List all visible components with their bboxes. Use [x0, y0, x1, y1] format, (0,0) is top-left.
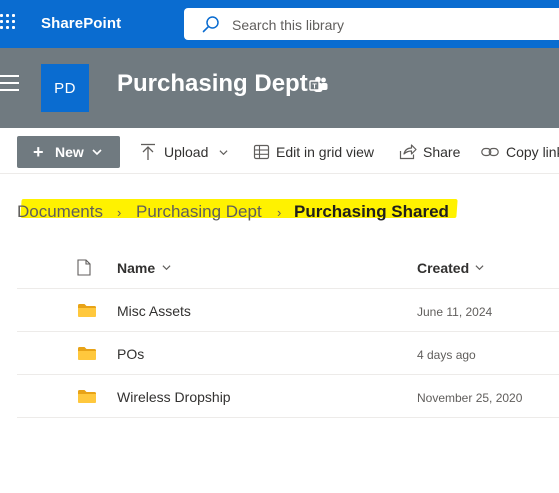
item-created: 4 days ago [417, 348, 476, 362]
edit-grid-view-button[interactable]: Edit in grid view [253, 136, 379, 168]
column-header-name[interactable]: Name [117, 260, 155, 276]
list-item[interactable]: POs 4 days ago [17, 332, 559, 375]
grid-icon [253, 144, 270, 160]
breadcrumb-purchasing-dept[interactable]: Purchasing Dept [136, 202, 262, 222]
upload-button[interactable]: Upload [139, 136, 231, 168]
search-icon [202, 16, 219, 33]
folder-icon [78, 304, 96, 317]
chevron-down-icon [219, 150, 228, 156]
share-icon [399, 144, 417, 160]
list-item[interactable]: Wireless Dropship November 25, 2020 [17, 375, 559, 418]
chevron-down-icon [92, 149, 102, 156]
breadcrumb-documents[interactable]: Documents [17, 202, 103, 222]
column-header-created[interactable]: Created [417, 260, 469, 276]
edit-grid-view-label: Edit in grid view [276, 144, 375, 160]
copy-link-button[interactable]: Copy link [481, 136, 559, 168]
item-created: June 11, 2024 [417, 305, 493, 319]
folder-icon [78, 390, 96, 403]
item-name[interactable]: Wireless Dropship [117, 389, 231, 405]
plus-icon: + [33, 142, 44, 162]
item-name[interactable]: Misc Assets [117, 303, 191, 319]
upload-label: Upload [164, 144, 209, 160]
site-title[interactable]: Purchasing Dept [117, 70, 308, 98]
copy-link-label: Copy link [506, 144, 559, 160]
svg-text:T: T [312, 83, 317, 90]
hamburger-menu-icon[interactable] [0, 75, 20, 91]
suite-bar: SharePoint Search this library [0, 0, 559, 48]
chevron-right-icon: › [277, 205, 282, 220]
item-name[interactable]: POs [117, 346, 144, 362]
search-placeholder: Search this library [232, 17, 345, 33]
command-bar: + New Upload Edit in grid view Share Cop… [0, 128, 559, 174]
item-created: November 25, 2020 [417, 391, 523, 405]
chevron-down-icon[interactable] [162, 263, 171, 272]
upload-icon [141, 143, 155, 160]
search-box[interactable]: Search this library [184, 8, 559, 40]
site-logo[interactable]: PD [41, 64, 89, 112]
folder-icon [78, 347, 96, 360]
teams-icon[interactable]: T [309, 76, 329, 94]
share-label: Share [423, 144, 461, 160]
chevron-right-icon: › [117, 205, 122, 220]
file-type-icon[interactable] [77, 259, 91, 276]
site-header: PD Purchasing Dept T [0, 48, 559, 128]
new-button[interactable]: + New [17, 136, 120, 168]
chevron-down-icon[interactable] [475, 263, 484, 272]
link-icon [481, 147, 499, 157]
app-name[interactable]: SharePoint [41, 15, 121, 32]
list-header: Name Created [17, 246, 559, 289]
app-launcher-icon[interactable] [0, 14, 20, 34]
new-button-label: New [55, 144, 84, 160]
share-button[interactable]: Share [399, 136, 461, 168]
breadcrumb-current-folder: Purchasing Shared [294, 202, 449, 221]
list-item[interactable]: Misc Assets June 11, 2024 [17, 289, 559, 332]
